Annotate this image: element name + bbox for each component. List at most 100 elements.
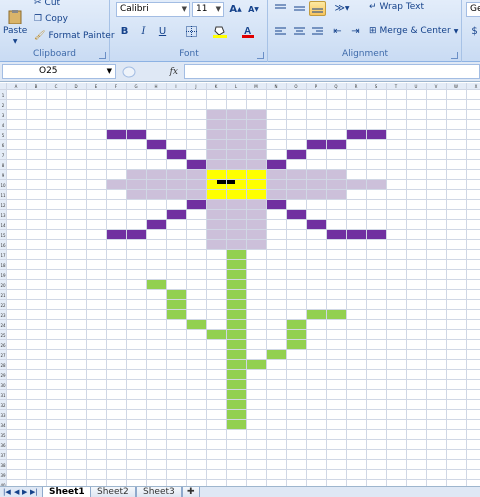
font-launcher-icon[interactable] (257, 52, 264, 59)
formula-controls: fx (118, 64, 182, 79)
sheet-tab-2[interactable]: Sheet2 (90, 487, 136, 497)
column-header-G: G (134, 84, 137, 89)
row-header: 18 (0, 263, 6, 268)
pixel-cell (146, 279, 166, 289)
row-header: 21 (0, 293, 6, 298)
row-header: 26 (0, 343, 6, 348)
borders-icon[interactable] (183, 24, 200, 39)
pixel-cell (286, 149, 306, 159)
currency-icon[interactable]: $ (466, 24, 480, 39)
row-header: 33 (0, 413, 6, 418)
fill-color-icon[interactable] (211, 24, 228, 39)
column-header-V: V (435, 84, 438, 89)
last-sheet-icon[interactable]: ▶| (30, 487, 38, 497)
row-header: 19 (0, 273, 6, 278)
row-header: 6 (2, 143, 5, 148)
chevron-down-icon: ▼ (106, 67, 112, 75)
font-group: Calibri ▼ 11 ▼ A ▲ A ▼ B I U A Font (111, 0, 268, 62)
alignment-group: ≫ ▼ ↵ Wrap Text ⇤ ⇥ ⊞ Merge & Center ▼ Al… (269, 0, 462, 62)
row-header: 12 (0, 203, 6, 208)
align-left-icon[interactable] (272, 24, 289, 39)
next-sheet-icon[interactable]: ▶ (22, 487, 27, 497)
name-box[interactable]: O25 ▼ (2, 64, 116, 79)
shrink-font-icon[interactable]: A ▼ (245, 2, 262, 17)
row-header: 34 (0, 423, 6, 428)
prev-sheet-icon[interactable]: ◀ (14, 487, 19, 497)
row-header: 3 (2, 113, 5, 118)
worksheet-grid[interactable]: ABCDEFGHIJKLMNOPQRSTUVWXY123456789101112… (0, 83, 480, 486)
row-header: 24 (0, 323, 6, 328)
decrease-indent-icon[interactable]: ⇤ (329, 24, 346, 39)
wrap-text-label: Wrap Text (379, 2, 425, 12)
row-header: 5 (2, 133, 5, 138)
format-painter-button[interactable]: 🖌 Format Painter (34, 31, 115, 41)
pixel-cell (106, 179, 126, 189)
formula-bar: O25 ▼ fx (0, 62, 480, 82)
alignment-launcher-icon[interactable] (451, 52, 458, 59)
row-header: 39 (0, 473, 6, 478)
row-header: 36 (0, 443, 6, 448)
column-header-X: X (475, 84, 478, 89)
grid-canvas[interactable]: ABCDEFGHIJKLMNOPQRSTUVWXY123456789101112… (0, 83, 480, 486)
function-wizard-circle-icon[interactable] (122, 66, 136, 78)
cut-button[interactable]: ✂ Cut (34, 0, 60, 8)
font-color-icon[interactable]: A (239, 24, 256, 39)
row-header: 35 (0, 433, 6, 438)
row-header: 7 (2, 153, 5, 158)
underline-icon[interactable]: U (154, 24, 171, 39)
column-header-H: H (154, 84, 157, 89)
name-box-value: O25 (39, 66, 58, 76)
row-header: 13 (0, 213, 6, 218)
chevron-down-icon: ▼ (215, 5, 221, 13)
orientation-icon[interactable]: ≫ ▼ (331, 1, 353, 16)
clipboard-launcher-icon[interactable] (99, 52, 106, 59)
align-middle-icon[interactable] (291, 1, 308, 16)
wrap-text-button[interactable]: ↵ Wrap Text (369, 2, 424, 12)
paste-label: Paste (3, 26, 28, 36)
column-header-N: N (275, 84, 278, 89)
pixel-cell (206, 119, 266, 129)
pixel-cell (206, 199, 266, 249)
align-bottom-icon[interactable] (309, 1, 326, 16)
bold-icon[interactable]: B (116, 24, 133, 39)
row-header: 22 (0, 303, 6, 308)
column-header-B: B (35, 84, 38, 89)
align-right-icon[interactable] (309, 24, 326, 39)
merge-center-button[interactable]: ⊞ Merge & Center ▼ (369, 26, 458, 36)
copy-icon: ❐ (34, 14, 43, 24)
number-format-select[interactable]: Ge (466, 2, 480, 17)
row-header: 17 (0, 253, 6, 258)
row-header: 37 (0, 453, 6, 458)
font-size-select[interactable]: 11 ▼ (192, 2, 224, 17)
font-name-select[interactable]: Calibri ▼ (116, 2, 190, 17)
paste-button[interactable]: Paste ▼ (3, 10, 27, 45)
pixel-cell (266, 159, 286, 169)
column-header-S: S (375, 84, 378, 89)
column-header-J: J (194, 84, 196, 89)
increase-indent-icon[interactable]: ⇥ (347, 24, 364, 39)
number-format-value: Ge (470, 4, 480, 14)
align-top-icon[interactable] (272, 1, 289, 16)
align-center-icon[interactable] (291, 24, 308, 39)
pixel-cell (146, 219, 166, 229)
pixel-cell (186, 319, 206, 329)
row-header: 20 (0, 283, 6, 288)
grow-font-icon[interactable]: A ▲ (227, 2, 244, 17)
italic-icon[interactable]: I (135, 24, 152, 39)
merge-icon: ⊞ (369, 26, 377, 36)
row-header: 25 (0, 333, 6, 338)
row-header: 2 (2, 103, 5, 108)
sheet-tab-1[interactable]: Sheet1 (42, 487, 92, 497)
insert-sheet-icon[interactable]: ✚ (182, 487, 200, 497)
copy-button[interactable]: ❐ Copy (34, 14, 68, 24)
sheet-tab-3[interactable]: Sheet3 (136, 487, 182, 497)
alignment-group-label: Alignment (341, 49, 389, 59)
number-group: Ge $ (463, 0, 480, 62)
row-header: 16 (0, 243, 6, 248)
first-sheet-icon[interactable]: |◀ (3, 487, 11, 497)
formula-input[interactable] (184, 64, 480, 79)
pixel-cell (186, 199, 206, 209)
font-group-label: Font (179, 49, 199, 59)
row-header: 9 (2, 173, 5, 178)
insert-function-icon[interactable]: fx (170, 67, 178, 77)
